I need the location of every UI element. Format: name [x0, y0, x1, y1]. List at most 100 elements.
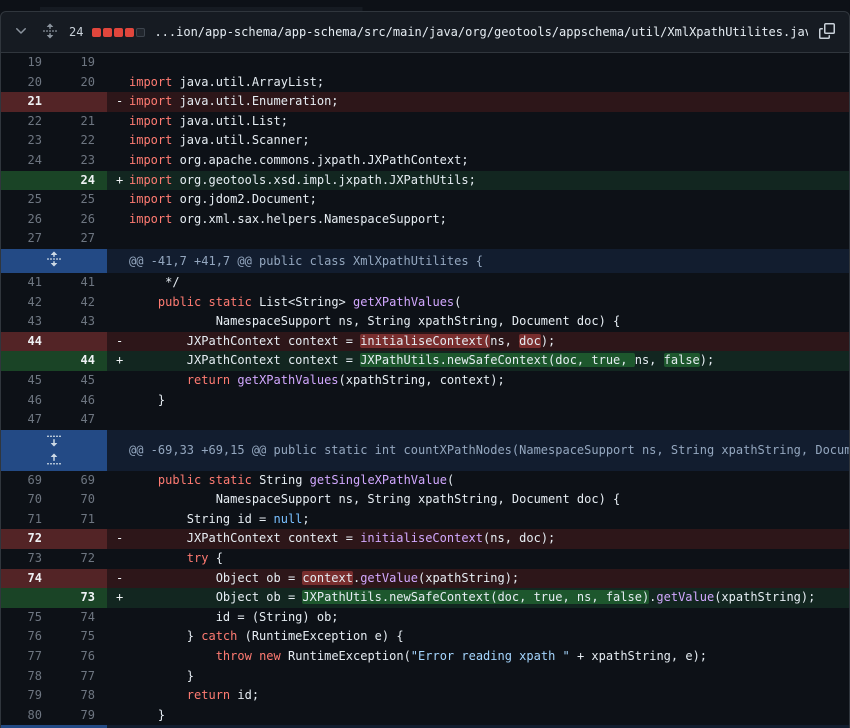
hunk-expand-button[interactable]: [1, 249, 107, 273]
word-diff-highlight: JXPathUtils.newSafeContext(doc, true,: [360, 353, 635, 367]
new-line-number[interactable]: 26: [54, 210, 107, 230]
old-line-number[interactable]: 43: [1, 312, 54, 332]
old-line-number[interactable]: 24: [1, 151, 54, 171]
code-line: Object ob = context.getValue(xpathString…: [129, 569, 849, 589]
old-line-number[interactable]: [1, 351, 54, 371]
new-line-number[interactable]: [54, 529, 107, 549]
diff-row-context: 7978 return id;: [1, 686, 849, 706]
new-line-number[interactable]: 70: [54, 490, 107, 510]
old-line-number[interactable]: 27: [1, 229, 54, 249]
expand-all-hunks-button[interactable]: [40, 21, 60, 44]
old-line-number[interactable]: 69: [1, 471, 54, 491]
old-line-number[interactable]: 41: [1, 273, 54, 293]
code-token: import: [129, 173, 172, 187]
new-line-number[interactable]: 69: [54, 471, 107, 491]
old-line-number[interactable]: [1, 171, 54, 191]
diff-row-del: 72- JXPathContext context = initialiseCo…: [1, 529, 849, 549]
code-line: id = (String) ob;: [129, 608, 849, 628]
old-line-number[interactable]: 72: [1, 529, 54, 549]
old-line-number[interactable]: 22: [1, 112, 54, 132]
fold-up-icon[interactable]: [1, 450, 107, 470]
code-token: );: [700, 353, 714, 367]
old-line-number[interactable]: 70: [1, 490, 54, 510]
old-line-number[interactable]: 78: [1, 667, 54, 687]
old-line-number[interactable]: 79: [1, 686, 54, 706]
old-line-number[interactable]: 74: [1, 569, 54, 589]
new-line-number[interactable]: 47: [54, 410, 107, 430]
new-line-number[interactable]: 42: [54, 293, 107, 313]
copy-path-button[interactable]: [817, 21, 837, 44]
new-line-number[interactable]: 78: [54, 686, 107, 706]
code-token: id = (String) ob;: [129, 610, 339, 624]
new-line-number[interactable]: 72: [54, 549, 107, 569]
old-line-number[interactable]: 26: [1, 210, 54, 230]
code-line: public static String getSingleXPathValue…: [129, 471, 849, 491]
code-token: null: [274, 512, 303, 526]
new-line-number[interactable]: 41: [54, 273, 107, 293]
old-line-number[interactable]: 45: [1, 371, 54, 391]
old-line-number[interactable]: [1, 588, 54, 608]
old-line-number[interactable]: 20: [1, 73, 54, 93]
new-line-number[interactable]: 20: [54, 73, 107, 93]
new-line-number[interactable]: 73: [54, 588, 107, 608]
diff-row-context: 2423 import org.apache.commons.jxpath.JXP…: [1, 151, 849, 171]
new-line-number[interactable]: 27: [54, 229, 107, 249]
new-line-number[interactable]: 23: [54, 151, 107, 171]
old-line-number[interactable]: 19: [1, 53, 54, 73]
old-line-number[interactable]: 80: [1, 706, 54, 726]
hunk-header-row: @@ -41,7 +41,7 @@ public class XmlXpathU…: [1, 249, 849, 273]
collapse-file-button[interactable]: [11, 21, 31, 44]
old-line-number[interactable]: 44: [1, 332, 54, 352]
code-token: (ns, doc);: [483, 531, 555, 545]
code-line: throw new RuntimeException("Error readin…: [129, 647, 849, 667]
new-line-number[interactable]: 21: [54, 112, 107, 132]
old-line-number[interactable]: 42: [1, 293, 54, 313]
old-line-number[interactable]: 47: [1, 410, 54, 430]
new-line-number[interactable]: 22: [54, 131, 107, 151]
new-line-number[interactable]: [54, 332, 107, 352]
code-token: (: [454, 295, 461, 309]
new-line-number[interactable]: 71: [54, 510, 107, 530]
hunk-expand-button[interactable]: [1, 430, 107, 471]
old-line-number[interactable]: 23: [1, 131, 54, 151]
old-line-number[interactable]: 76: [1, 627, 54, 647]
new-line-number[interactable]: 75: [54, 627, 107, 647]
old-line-number[interactable]: 46: [1, 391, 54, 411]
code-line: import java.util.Enumeration;: [129, 92, 849, 112]
old-line-number[interactable]: 77: [1, 647, 54, 667]
new-line-number[interactable]: 44: [54, 351, 107, 371]
new-line-number[interactable]: 74: [54, 608, 107, 628]
code-line: import org.xml.sax.helpers.NamespaceSupp…: [129, 210, 849, 230]
new-line-number[interactable]: 24: [54, 171, 107, 191]
new-line-number[interactable]: 79: [54, 706, 107, 726]
code-token: */: [129, 275, 180, 289]
diff-marker: [107, 510, 129, 530]
old-line-number[interactable]: 25: [1, 190, 54, 210]
old-line-number[interactable]: 71: [1, 510, 54, 530]
old-line-number[interactable]: 75: [1, 608, 54, 628]
code-token: return: [187, 373, 230, 387]
diff-marker: [107, 131, 129, 151]
new-line-number[interactable]: 19: [54, 53, 107, 73]
new-line-number[interactable]: 45: [54, 371, 107, 391]
new-line-number[interactable]: [54, 569, 107, 589]
code-token: import: [129, 153, 172, 167]
new-line-number[interactable]: 76: [54, 647, 107, 667]
old-line-number[interactable]: 21: [1, 92, 54, 112]
old-line-number[interactable]: 73: [1, 549, 54, 569]
new-line-number[interactable]: 77: [54, 667, 107, 687]
hunk-header-row: @@ -69,33 +69,15 @@ public static int co…: [1, 430, 849, 471]
code-token: getXPathValues: [353, 295, 454, 309]
diff-marker: -: [107, 92, 129, 112]
code-line: */: [129, 273, 849, 293]
code-token: "Error reading xpath ": [411, 649, 570, 663]
code-token: import: [129, 192, 172, 206]
new-line-number[interactable]: [54, 92, 107, 112]
new-line-number[interactable]: 25: [54, 190, 107, 210]
new-line-number[interactable]: 46: [54, 391, 107, 411]
fold-down-icon[interactable]: [1, 430, 107, 450]
new-line-number[interactable]: 43: [54, 312, 107, 332]
code-line: return getXPathValues(xpathString, conte…: [129, 371, 849, 391]
code-token: ns,: [490, 334, 519, 348]
code-token: org.apache.commons.jxpath.JXPathContext;: [172, 153, 468, 167]
